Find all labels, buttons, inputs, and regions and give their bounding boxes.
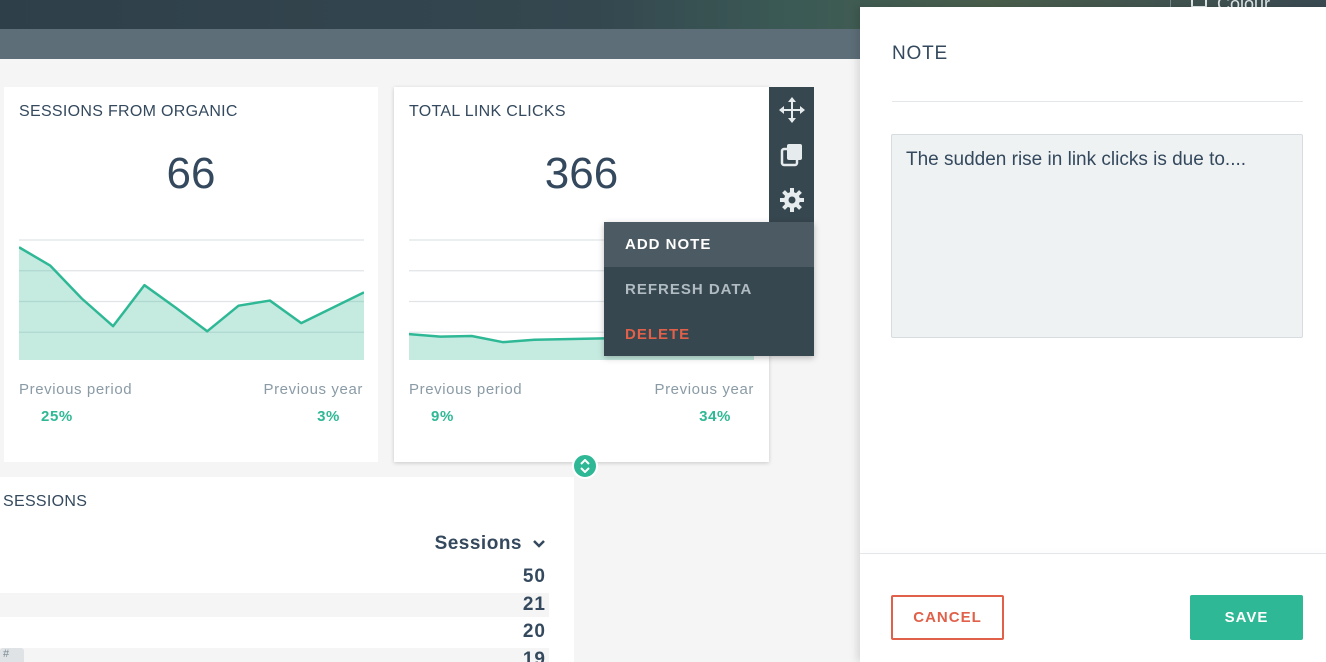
widget-sessions-from-organic[interactable]: SESSIONS FROM ORGANIC 66 Previous period…: [4, 87, 378, 462]
previous-year-value: 3%: [317, 408, 340, 425]
widget-title: TOTAL LINK CLICKS: [409, 103, 566, 120]
series-area: [19, 247, 364, 360]
previous-period-label: Previous period: [409, 381, 523, 398]
menu-item-refresh-data[interactable]: REFRESH DATA: [604, 267, 814, 312]
chevron-down-icon: [533, 540, 545, 548]
note-textarea[interactable]: The sudden rise in link clicks is due to…: [891, 134, 1303, 338]
panel-title: NOTE: [892, 43, 948, 64]
cancel-button[interactable]: CANCEL: [891, 595, 1004, 640]
table-row: 20: [522, 621, 546, 642]
table-row: 50: [522, 566, 546, 587]
panel-footer-divider: [860, 553, 1326, 554]
widget-value: 366: [544, 149, 619, 198]
duplicate-button[interactable]: [769, 132, 814, 177]
move-button[interactable]: [769, 87, 814, 132]
note-panel: NOTE The sudden rise in link clicks is d…: [860, 7, 1326, 662]
sessions-column-header[interactable]: Sessions: [435, 533, 546, 555]
widget-area-chart: [19, 239, 364, 360]
menu-item-delete[interactable]: DELETE: [604, 312, 814, 357]
row-tag: #: [0, 648, 24, 662]
divider: [892, 101, 1303, 102]
previous-year-label: Previous year: [654, 381, 754, 398]
column-label: Sessions: [434, 533, 522, 554]
previous-year-value: 34%: [699, 408, 731, 425]
resize-icon: [580, 459, 590, 473]
duplicate-icon: [780, 143, 802, 166]
widget-value: 66: [166, 149, 216, 198]
table-title: SESSIONS: [3, 493, 88, 510]
settings-button[interactable]: [769, 177, 814, 222]
previous-period-value: 9%: [431, 408, 454, 425]
previous-period-value: 25%: [41, 408, 73, 425]
widget-toolstrip: [769, 87, 814, 222]
previous-period-label: Previous period: [19, 381, 133, 398]
save-button[interactable]: SAVE: [1190, 595, 1303, 640]
resize-handle[interactable]: [572, 453, 598, 479]
widget-title: SESSIONS FROM ORGANIC: [19, 103, 238, 120]
table-row: 19: [0, 648, 549, 662]
menu-item-add-note[interactable]: ADD NOTE: [604, 222, 814, 267]
table-row: 21: [0, 593, 549, 617]
move-icon: [778, 96, 805, 123]
gear-icon: [779, 187, 804, 212]
previous-year-label: Previous year: [263, 381, 363, 398]
widget-sessions-table[interactable]: SESSIONS Sessions 50 21 20 19 #: [0, 477, 574, 662]
widget-settings-menu: ADD NOTE REFRESH DATA DELETE: [604, 222, 814, 356]
